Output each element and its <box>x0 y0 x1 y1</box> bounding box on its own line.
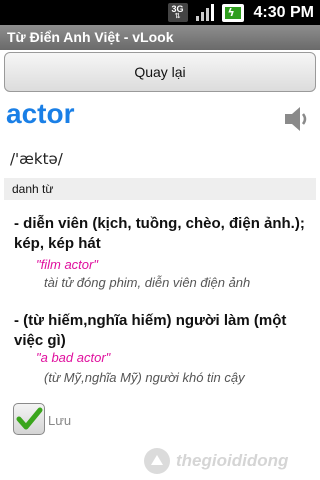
sense-meaning: - diễn viên (kịch, tuồng, chèo, điện ảnh… <box>14 215 305 252</box>
save-label: Lưu <box>48 413 72 428</box>
sense-example-vi: (từ Mỹ,nghĩa Mỹ) người khó tin cậy <box>44 370 245 385</box>
sense-example-vi: tài tử đóng phim, diễn viên điện ảnh <box>44 275 251 290</box>
watermark: thegioididong <box>142 446 288 476</box>
status-time: 4:30 PM <box>253 3 314 21</box>
headword: actor <box>6 98 75 129</box>
3g-icon: 3G ⇅ <box>167 3 188 22</box>
sense-example-en: "film actor" <box>36 257 98 272</box>
app-title: Từ Điển Anh Việt - vLook <box>0 25 320 50</box>
speaker-icon[interactable] <box>283 104 311 134</box>
signal-icon <box>194 3 216 22</box>
sense-meaning: - (từ hiếm,nghĩa hiếm) người làm (một vi… <box>14 312 287 349</box>
status-bar: 3G ⇅ ϟ 4:30 PM <box>0 0 320 25</box>
battery-charging-icon: ϟ <box>221 3 244 22</box>
save-checkbox[interactable] <box>13 403 45 435</box>
network-type: 3G <box>171 4 184 14</box>
sense-example-en: "a bad actor" <box>36 350 111 365</box>
watermark-logo-icon <box>144 448 170 474</box>
part-of-speech: danh từ <box>4 178 316 200</box>
checkmark-icon <box>16 407 43 430</box>
back-button[interactable]: Quay lại <box>4 52 316 92</box>
phonetic: /'æktə/ <box>10 150 63 168</box>
watermark-text: thegioididong <box>176 451 289 470</box>
